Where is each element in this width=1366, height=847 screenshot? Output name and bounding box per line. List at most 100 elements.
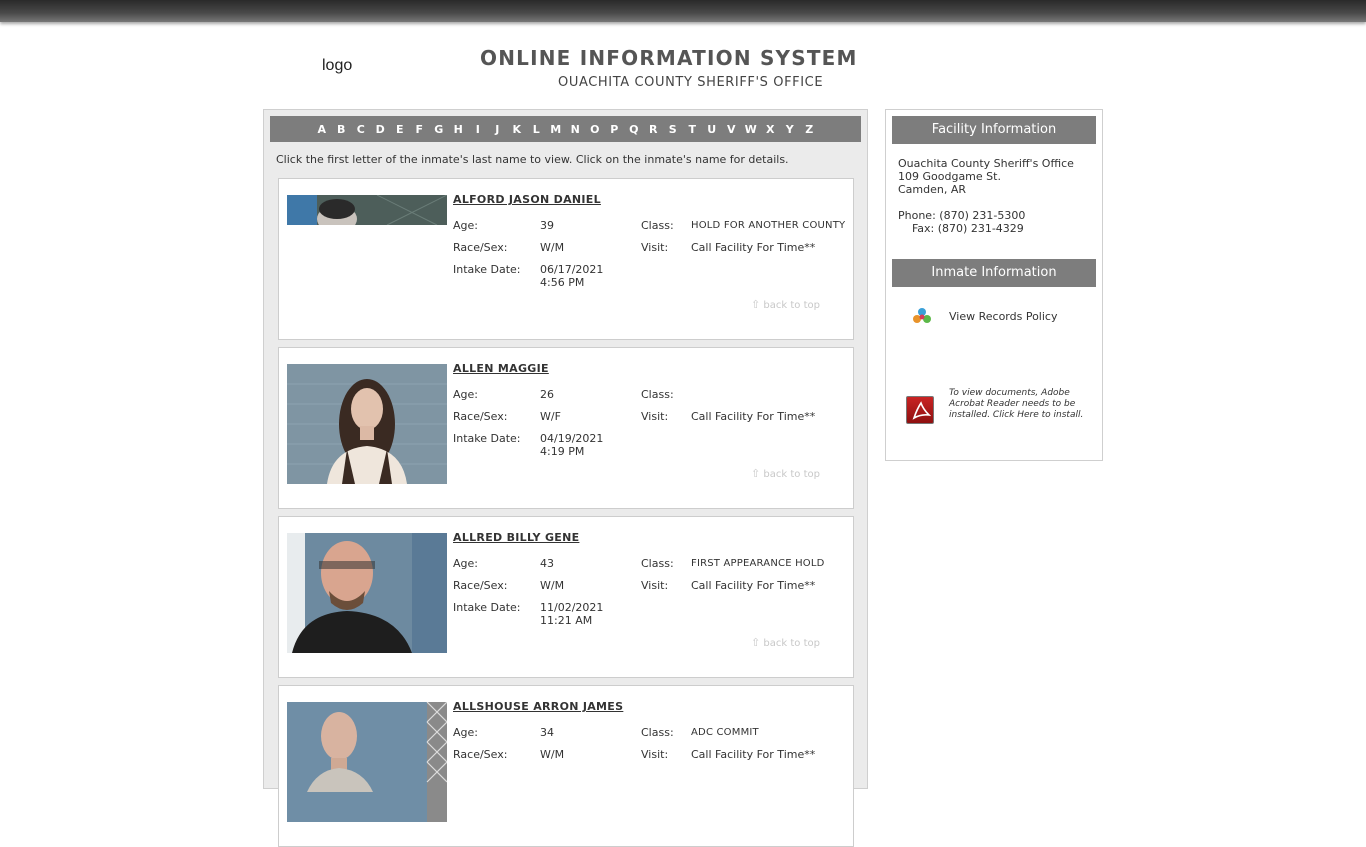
- age-label: Age:: [453, 557, 478, 570]
- class-value: HOLD FOR ANOTHER COUNTY: [691, 220, 846, 231]
- intake-date-label: Intake Date:: [453, 432, 521, 445]
- age-value: 39: [540, 219, 554, 232]
- visit-value: Call Facility For Time**: [691, 579, 816, 592]
- class-label: Class:: [641, 726, 674, 739]
- age-value: 34: [540, 726, 554, 739]
- logo-alt-text: logo: [322, 57, 353, 74]
- alphabet-letter-a[interactable]: A: [312, 123, 332, 136]
- logo[interactable]: logo: [320, 57, 352, 75]
- inmate-photo[interactable]: [287, 195, 447, 315]
- class-label: Class:: [641, 219, 674, 232]
- alphabet-letter-j[interactable]: J: [488, 123, 508, 136]
- up-arrow-icon: ⇧: [751, 636, 761, 649]
- age-label: Age:: [453, 219, 478, 232]
- age-label: Age:: [453, 726, 478, 739]
- inmate-photo[interactable]: [287, 702, 447, 822]
- class-value: FIRST APPEARANCE HOLD: [691, 558, 825, 569]
- age-value: 26: [540, 388, 554, 401]
- intake-date-value: 06/17/2021: [540, 263, 604, 276]
- intake-time-value: 4:19 PM: [540, 445, 585, 458]
- age-label: Age:: [453, 388, 478, 401]
- race-sex-label: Race/Sex:: [453, 241, 508, 254]
- alphabet-letter-s[interactable]: S: [663, 123, 683, 136]
- inmate-card: ALLSHOUSE ARRON JAMES Age: 34 Race/Sex: …: [278, 685, 854, 847]
- view-records-policy-link[interactable]: View Records Policy: [949, 310, 1057, 323]
- alphabet-letter-g[interactable]: G: [429, 123, 449, 136]
- alphabet-letter-y[interactable]: Y: [780, 123, 800, 136]
- visit-value: Call Facility For Time**: [691, 748, 816, 761]
- inmate-name-link[interactable]: ALLEN MAGGIE: [453, 362, 549, 375]
- intake-date-value: 04/19/2021: [540, 432, 604, 445]
- back-to-top-link[interactable]: ⇧ back to top: [751, 298, 820, 311]
- acrobat-install-note[interactable]: To view documents, Adobe Acrobat Reader …: [949, 388, 1089, 421]
- visit-label: Visit:: [641, 241, 669, 254]
- class-value: ADC COMMIT: [691, 727, 759, 738]
- inmate-name-link[interactable]: ALFORD JASON DANIEL: [453, 193, 601, 206]
- inmate-card: ALLEN MAGGIE Age: 26 Race/Sex: W/F Intak…: [278, 347, 854, 509]
- race-sex-value: W/M: [540, 241, 565, 254]
- race-sex-value: W/M: [540, 579, 565, 592]
- alphabet-nav: ABCDEFGHIJKLMNOPQRSTUVWXYZ: [270, 116, 861, 142]
- race-sex-value: W/M: [540, 748, 565, 761]
- visit-label: Visit:: [641, 748, 669, 761]
- inmate-card: ALLRED BILLY GENE Age: 43 Race/Sex: W/M …: [278, 516, 854, 678]
- alphabet-letter-q[interactable]: Q: [624, 123, 644, 136]
- up-arrow-icon: ⇧: [751, 298, 761, 311]
- alphabet-letter-t[interactable]: T: [683, 123, 703, 136]
- alphabet-letter-h[interactable]: H: [449, 123, 469, 136]
- visit-value: Call Facility For Time**: [691, 410, 816, 423]
- class-label: Class:: [641, 388, 674, 401]
- alphabet-letter-b[interactable]: B: [332, 123, 352, 136]
- alphabet-letter-u[interactable]: U: [702, 123, 722, 136]
- page-title: ONLINE INFORMATION SYSTEM: [480, 46, 858, 70]
- class-label: Class:: [641, 557, 674, 570]
- race-sex-label: Race/Sex:: [453, 579, 508, 592]
- inmate-photo[interactable]: [287, 533, 447, 653]
- back-to-top-link[interactable]: ⇧ back to top: [751, 467, 820, 480]
- visit-value: Call Facility For Time**: [691, 241, 816, 254]
- visit-label: Visit:: [641, 579, 669, 592]
- facility-info-heading: Facility Information: [892, 116, 1096, 144]
- race-sex-label: Race/Sex:: [453, 410, 508, 423]
- alphabet-letter-f[interactable]: F: [410, 123, 430, 136]
- alphabet-letter-d[interactable]: D: [371, 123, 391, 136]
- alphabet-letter-r[interactable]: R: [644, 123, 664, 136]
- back-to-top-link[interactable]: ⇧ back to top: [751, 636, 820, 649]
- alphabet-letter-e[interactable]: E: [390, 123, 410, 136]
- page-subtitle: OUACHITA COUNTY SHERIFF'S OFFICE: [558, 75, 824, 90]
- intake-time-value: 4:56 PM: [540, 276, 585, 289]
- alphabet-letter-p[interactable]: P: [605, 123, 625, 136]
- alphabet-letter-v[interactable]: V: [722, 123, 742, 136]
- race-sex-value: W/F: [540, 410, 561, 423]
- inmate-name-link[interactable]: ALLSHOUSE ARRON JAMES: [453, 700, 623, 713]
- alphabet-letter-m[interactable]: M: [546, 123, 566, 136]
- inmate-photo[interactable]: [287, 364, 447, 484]
- age-value: 43: [540, 557, 554, 570]
- alphabet-letter-n[interactable]: N: [566, 123, 586, 136]
- alphabet-letter-i[interactable]: I: [468, 123, 488, 136]
- alphabet-letter-z[interactable]: Z: [800, 123, 820, 136]
- inmate-roster-panel: ABCDEFGHIJKLMNOPQRSTUVWXYZ Click the fir…: [263, 109, 868, 847]
- inmate-name-link[interactable]: ALLRED BILLY GENE: [453, 531, 579, 544]
- adobe-pdf-icon[interactable]: [906, 396, 934, 424]
- top-bar: [0, 0, 1366, 22]
- facility-address: Ouachita County Sheriff's Office 109 Goo…: [898, 157, 1074, 196]
- alphabet-letter-c[interactable]: C: [351, 123, 371, 136]
- records-policy-icon[interactable]: [912, 307, 932, 325]
- alphabet-letter-l[interactable]: L: [527, 123, 547, 136]
- alphabet-letter-o[interactable]: O: [585, 123, 605, 136]
- instructions-text: Click the first letter of the inmate's l…: [276, 153, 789, 166]
- intake-date-value: 11/02/2021: [540, 601, 604, 614]
- intake-time-value: 11:21 AM: [540, 614, 593, 627]
- alphabet-letter-k[interactable]: K: [507, 123, 527, 136]
- inmate-card: ALFORD JASON DANIEL Age: 39 Race/Sex: W/…: [278, 178, 854, 340]
- facility-phone: Phone: (870) 231-5300 Fax: (870) 231-432…: [898, 209, 1026, 235]
- intake-date-label: Intake Date:: [453, 601, 521, 614]
- race-sex-label: Race/Sex:: [453, 748, 508, 761]
- visit-label: Visit:: [641, 410, 669, 423]
- up-arrow-icon: ⇧: [751, 467, 761, 480]
- alphabet-letter-x[interactable]: X: [761, 123, 781, 136]
- intake-date-label: Intake Date:: [453, 263, 521, 276]
- inmate-info-heading: Inmate Information: [892, 259, 1096, 287]
- alphabet-letter-w[interactable]: W: [741, 123, 761, 136]
